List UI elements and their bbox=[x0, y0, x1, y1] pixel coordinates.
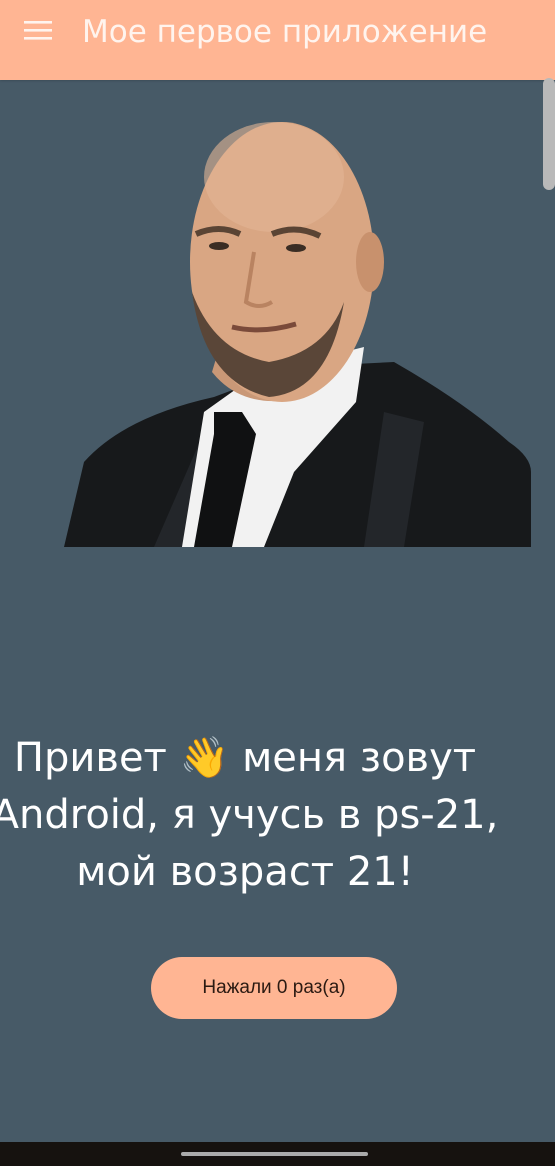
system-navigation-bar bbox=[0, 1142, 555, 1166]
scrollbar[interactable] bbox=[543, 78, 555, 190]
portrait-photo bbox=[64, 112, 531, 547]
app-screen: Мое первое приложение Привет 👋 меня зову… bbox=[0, 0, 555, 1166]
gesture-handle[interactable] bbox=[181, 1152, 368, 1156]
menu-button[interactable] bbox=[10, 8, 66, 56]
hamburger-menu-icon bbox=[24, 19, 52, 45]
click-counter-button[interactable]: Нажали 0 раз(а) bbox=[151, 957, 397, 1019]
app-title: Мое первое приложение bbox=[82, 14, 488, 50]
greeting-text: Привет 👋 меня зовут Android, я учусь в p… bbox=[0, 735, 499, 895]
top-app-bar: Мое первое приложение bbox=[0, 0, 555, 80]
